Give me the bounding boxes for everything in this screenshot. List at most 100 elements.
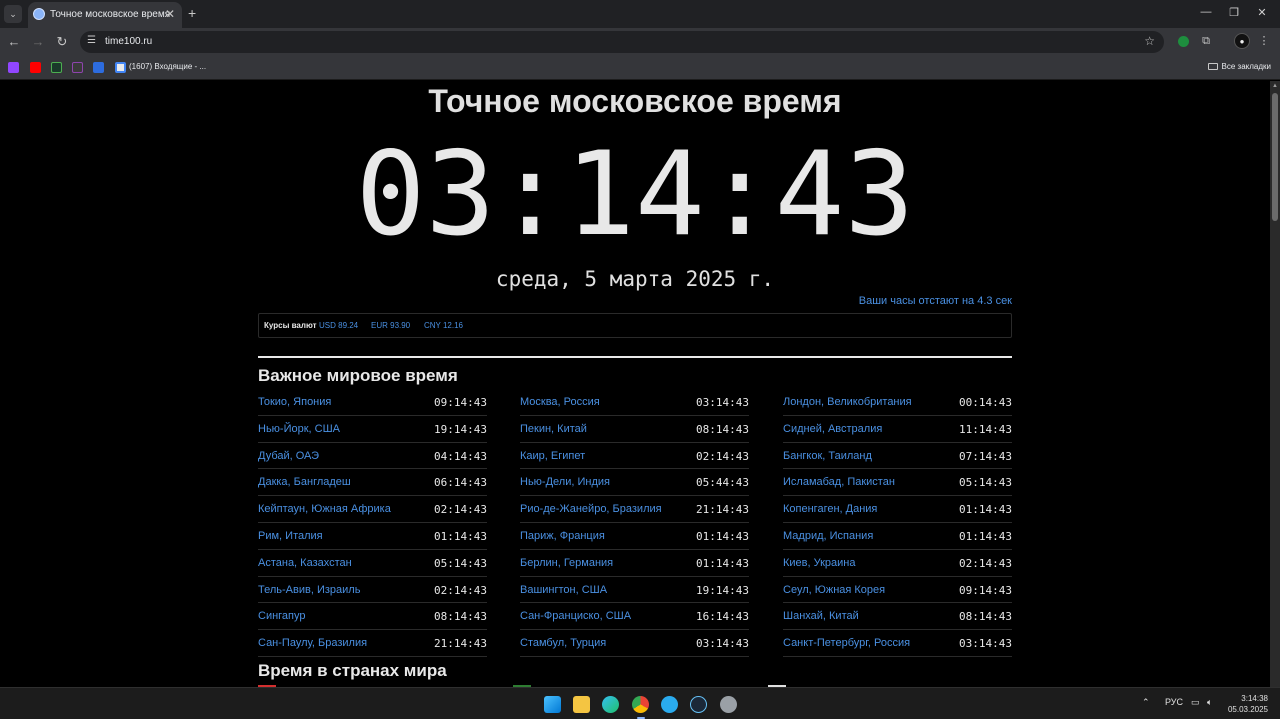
scroll-thumb[interactable] (1272, 93, 1278, 221)
file-explorer-icon[interactable] (573, 696, 590, 713)
usd-rate[interactable]: USD 89.24 (319, 321, 358, 330)
city-link[interactable]: Исламабад, Пакистан (783, 476, 895, 488)
city-link[interactable]: Мадрид, Испания (783, 530, 873, 542)
city-time-row: Москва, Россия 03:14:43 (520, 389, 749, 416)
city-link[interactable]: Нью-Дели, Индия (520, 476, 610, 488)
steam-icon[interactable] (690, 696, 707, 713)
city-link[interactable]: Москва, Россия (520, 396, 600, 408)
city-link[interactable]: Дубай, ОАЭ (258, 450, 319, 462)
city-time: 05:14:43 (959, 476, 1012, 490)
city-link[interactable]: Бангкок, Таиланд (783, 450, 872, 462)
back-icon[interactable]: ← (6, 34, 22, 49)
city-link[interactable]: Лондон, Великобритания (783, 396, 912, 408)
city-time: 01:14:43 (434, 529, 487, 543)
tray-overflow-icon[interactable]: ⌃ (1142, 697, 1150, 708)
world-time-column-2: Москва, Россия 03:14:43 Пекин, Китай 08:14:… (520, 389, 749, 657)
city-time-row: Сеул, Южная Корея 09:14:43 (783, 577, 1012, 604)
city-link[interactable]: Кейптаун, Южная Африка (258, 503, 391, 515)
city-link[interactable]: Киев, Украина (783, 557, 856, 569)
extension-shield-icon[interactable] (1178, 36, 1189, 47)
browser-toolbar: ← → ↻ ☰ time100.ru ☆ ⧉ ● ⋮ (0, 28, 1280, 56)
city-link[interactable]: Санкт-Петербург, Россия (783, 637, 910, 649)
address-bar[interactable]: ☰ time100.ru ☆ (80, 31, 1164, 53)
city-link[interactable]: Дакка, Бангладеш (258, 476, 351, 488)
city-time: 06:14:43 (434, 476, 487, 490)
settings-gear-icon[interactable] (720, 696, 737, 713)
reload-icon[interactable]: ↻ (54, 34, 70, 50)
input-language[interactable]: РУС (1165, 697, 1183, 707)
city-link[interactable]: Тель-Авив, Израиль (258, 584, 360, 596)
current-date: среда, 5 марта 2025 г. (495, 267, 775, 291)
city-link[interactable]: Пекин, Китай (520, 423, 587, 435)
tab-bar: ⌄ Точное московское время ✕ + — ❐ ✕ (0, 0, 1280, 28)
tab-search-icon[interactable]: ⌄ (4, 5, 22, 23)
page-scrollbar[interactable]: ▲ (1270, 81, 1280, 687)
city-link[interactable]: Каир, Египет (520, 450, 585, 462)
profile-avatar-icon[interactable]: ● (1234, 33, 1250, 49)
city-link[interactable]: Сеул, Южная Корея (783, 584, 885, 596)
city-link[interactable]: Сан-Франциско, США (520, 610, 631, 622)
currency-label: Курсы валют (264, 321, 317, 330)
inbox-bookmark[interactable]: (1607) Входящие - ... (129, 62, 206, 71)
chat-bookmark-icon[interactable] (93, 62, 104, 73)
system-clock[interactable]: 3:14:38 05.03.2025 (1228, 693, 1268, 715)
city-time: 00:14:43 (959, 396, 1012, 409)
city-time-row: Нью-Йорк, США 19:14:43 (258, 416, 487, 443)
volume-icon[interactable]: 🔈︎ (1207, 697, 1212, 708)
twitch-bookmark-icon[interactable] (8, 62, 19, 73)
city-link[interactable]: Рим, Италия (258, 530, 323, 542)
youtube-bookmark-icon[interactable] (30, 62, 41, 73)
all-bookmarks[interactable]: Все закладки (1207, 62, 1271, 71)
close-tab-icon[interactable]: ✕ (165, 7, 175, 21)
city-time-row: Сингапур 08:14:43 (258, 603, 487, 631)
city-link[interactable]: Нью-Йорк, США (258, 423, 340, 435)
close-window-icon[interactable]: ✕ (1254, 6, 1270, 19)
forward-icon[interactable]: → (30, 34, 46, 49)
city-link[interactable]: Сидней, Австралия (783, 423, 882, 435)
city-link[interactable]: Берлин, Германия (520, 557, 613, 569)
mail-bookmark-icon[interactable] (115, 62, 126, 73)
city-time: 09:14:43 (959, 583, 1012, 597)
site-info-icon[interactable]: ☰ (87, 35, 96, 46)
city-time-row: Киев, Украина 02:14:43 (783, 550, 1012, 577)
nbc-bookmark-icon[interactable] (72, 62, 83, 73)
eur-rate[interactable]: EUR 93.90 (371, 321, 410, 330)
city-time-row: Нью-Дели, Индия 05:44:43 (520, 469, 749, 497)
city-link[interactable]: Астана, Казахстан (258, 557, 352, 569)
city-link[interactable]: Сан-Паулу, Бразилия (258, 637, 367, 649)
scroll-up-icon[interactable]: ▲ (1272, 83, 1278, 89)
chrome-icon[interactable] (632, 696, 649, 713)
edge-icon[interactable] (602, 696, 619, 713)
city-link[interactable]: Вашингтон, США (520, 584, 607, 596)
city-time-row: Санкт-Петербург, Россия 03:14:43 (783, 630, 1012, 657)
browser-tab[interactable]: Точное московское время ✕ (28, 2, 182, 28)
menu-kebab-icon[interactable]: ⋮ (1256, 33, 1272, 49)
city-time: 01:14:43 (696, 556, 749, 570)
clock-offset-link[interactable]: Ваши часы отстают на 4.3 сек (859, 295, 1012, 307)
extensions-puzzle-icon[interactable]: ⧉ (1198, 33, 1214, 49)
city-time-row: Кейптаун, Южная Африка 02:14:43 (258, 496, 487, 523)
city-link[interactable]: Сингапур (258, 610, 306, 622)
restore-icon[interactable]: ❐ (1226, 6, 1242, 19)
city-link[interactable]: Париж, Франция (520, 530, 605, 542)
city-link[interactable]: Шанхай, Китай (783, 610, 859, 622)
city-time: 02:14:43 (696, 449, 749, 463)
city-time: 02:14:43 (434, 503, 487, 517)
new-tab-icon[interactable]: + (188, 5, 196, 21)
windows-start-icon[interactable] (544, 696, 561, 713)
chart-bookmark-icon[interactable] (51, 62, 62, 73)
city-time: 09:14:43 (434, 396, 487, 409)
city-time-row: Токио, Япония 09:14:43 (258, 389, 487, 416)
city-link[interactable]: Стамбул, Турция (520, 637, 606, 649)
telegram-icon[interactable] (661, 696, 678, 713)
city-link[interactable]: Копенгаген, Дания (783, 503, 877, 515)
network-icon[interactable]: ▭ (1191, 697, 1200, 708)
url-text[interactable]: time100.ru (105, 36, 152, 47)
city-link[interactable]: Рио-де-Жанейро, Бразилия (520, 503, 662, 515)
minimize-icon[interactable]: — (1198, 6, 1214, 18)
cny-rate[interactable]: CNY 12.16 (424, 321, 463, 330)
bookmark-star-icon[interactable]: ☆ (1144, 34, 1155, 48)
system-date: 05.03.2025 (1227, 705, 1268, 714)
city-time: 19:14:43 (696, 583, 749, 597)
city-link[interactable]: Токио, Япония (258, 396, 331, 408)
